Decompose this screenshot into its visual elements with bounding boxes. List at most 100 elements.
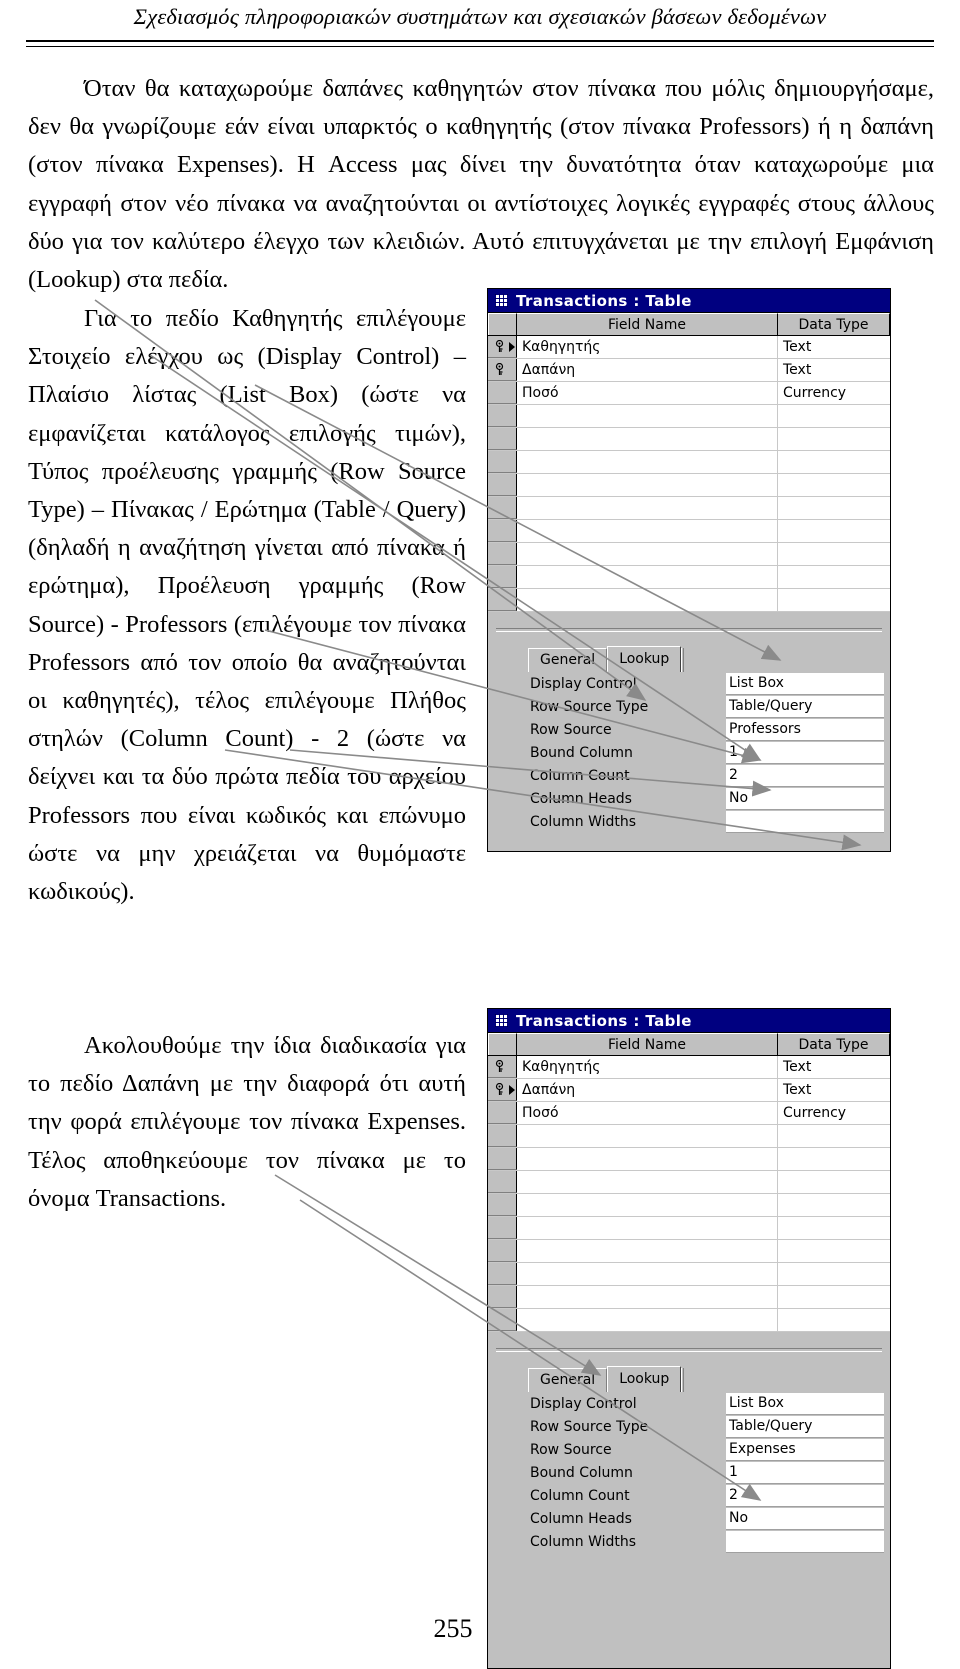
table-row-empty[interactable] [488,1148,890,1171]
field-properties-pane-2[interactable]: General Lookup Display Control List Box Row… [488,1332,890,1562]
row-selector[interactable] [488,1102,517,1124]
cell-field-name[interactable] [517,1286,778,1308]
table-row-empty[interactable] [488,589,890,612]
property-value-column-heads[interactable]: No [726,787,884,810]
table-row-empty[interactable] [488,497,890,520]
cell-field-name[interactable] [517,543,778,565]
cell-field-name[interactable]: Καθηγητής [517,336,778,358]
row-selector[interactable] [488,520,517,542]
cell-field-name[interactable] [517,1240,778,1262]
tab-lookup[interactable]: Lookup [607,646,682,672]
access-table-window-1[interactable]: Transactions : Table Field Name Data Type… [487,288,891,852]
column-header-data-type[interactable]: Data Type [778,313,890,335]
cell-field-name[interactable] [517,428,778,450]
property-value-display-control[interactable]: List Box [726,1392,884,1415]
cell-data-type[interactable]: Text [778,1056,890,1078]
row-selector[interactable] [488,589,517,611]
cell-data-type[interactable] [778,451,890,473]
column-header-field-name[interactable]: Field Name [517,313,778,335]
property-value-column-widths[interactable] [726,810,884,833]
property-value-row-source[interactable]: Professors [726,718,884,741]
lookup-properties-list-1[interactable]: Display Control List Box Row Source Type Ta… [528,672,884,833]
cell-data-type[interactable] [778,1194,890,1216]
row-selector[interactable] [488,1309,517,1331]
cell-data-type[interactable] [778,1309,890,1331]
cell-field-name[interactable] [517,1148,778,1170]
table-row-empty[interactable] [488,1286,890,1309]
field-grid-2[interactable]: Field Name Data Type Καθηγητής Text Δαπάνη Te… [488,1033,890,1332]
row-selector[interactable] [488,359,517,381]
property-value-column-widths[interactable] [726,1530,884,1553]
table-row-empty[interactable] [488,1125,890,1148]
cell-field-name[interactable] [517,1309,778,1331]
cell-field-name[interactable] [517,1263,778,1285]
cell-field-name[interactable] [517,520,778,542]
cell-data-type[interactable] [778,1148,890,1170]
table-row[interactable]: Δαπάνη Text [488,359,890,382]
cell-data-type[interactable] [778,1286,890,1308]
access-table-window-2[interactable]: Transactions : Table Field Name Data Type… [487,1008,891,1669]
cell-field-name[interactable] [517,497,778,519]
cell-data-type[interactable] [778,1240,890,1262]
property-value-bound-column[interactable]: 1 [726,741,884,764]
row-selector[interactable] [488,1217,517,1239]
cell-data-type[interactable]: Text [778,336,890,358]
cell-data-type[interactable]: Text [778,1079,890,1101]
row-selector[interactable] [488,428,517,450]
row-selector[interactable] [488,405,517,427]
row-selector[interactable] [488,1171,517,1193]
tab-lookup[interactable]: Lookup [607,1366,682,1392]
cell-data-type[interactable] [778,543,890,565]
cell-field-name[interactable] [517,566,778,588]
row-selector[interactable] [488,474,517,496]
row-selector[interactable] [488,1263,517,1285]
cell-field-name[interactable]: Καθηγητής [517,1056,778,1078]
row-selector[interactable] [488,1194,517,1216]
cell-data-type[interactable] [778,520,890,542]
row-selector[interactable] [488,336,517,358]
property-value-row-source[interactable]: Expenses [726,1438,884,1461]
table-row-empty[interactable] [488,520,890,543]
table-row-empty[interactable] [488,543,890,566]
properties-tabs-1[interactable]: General Lookup [528,646,685,672]
properties-tabs-2[interactable]: General Lookup [528,1366,685,1392]
table-row-empty[interactable] [488,474,890,497]
row-selector[interactable] [488,451,517,473]
cell-field-name[interactable] [517,1217,778,1239]
property-value-column-count[interactable]: 2 [726,1484,884,1507]
row-selector[interactable] [488,1286,517,1308]
row-selector[interactable] [488,1148,517,1170]
row-selector[interactable] [488,1056,517,1078]
table-row-empty[interactable] [488,451,890,474]
cell-data-type[interactable] [778,1217,890,1239]
field-properties-pane-1[interactable]: General Lookup Display Control List Box Row… [488,612,890,833]
cell-data-type[interactable] [778,589,890,611]
row-selector[interactable] [488,382,517,404]
property-value-column-count[interactable]: 2 [726,764,884,787]
cell-field-name[interactable]: Δαπάνη [517,359,778,381]
cell-data-type[interactable]: Text [778,359,890,381]
table-row-empty[interactable] [488,1217,890,1240]
cell-data-type[interactable]: Currency [778,382,890,404]
property-value-row-source-type[interactable]: Table/Query [726,1415,884,1438]
cell-data-type[interactable] [778,474,890,496]
tab-general[interactable]: General [528,1368,608,1392]
row-selector[interactable] [488,1125,517,1147]
property-value-bound-column[interactable]: 1 [726,1461,884,1484]
cell-field-name[interactable]: Ποσό [517,382,778,404]
table-row[interactable]: Ποσό Currency [488,382,890,405]
table-row-empty[interactable] [488,1194,890,1217]
table-row-empty[interactable] [488,405,890,428]
cell-field-name[interactable]: Ποσό [517,1102,778,1124]
cell-field-name[interactable] [517,1171,778,1193]
cell-field-name[interactable] [517,1194,778,1216]
cell-field-name[interactable] [517,1125,778,1147]
window-titlebar-1[interactable]: Transactions : Table [488,289,890,313]
property-value-display-control[interactable]: List Box [726,672,884,695]
cell-data-type[interactable] [778,566,890,588]
cell-field-name[interactable] [517,474,778,496]
lookup-properties-list-2[interactable]: Display Control List Box Row Source Type Ta… [528,1392,884,1553]
cell-field-name[interactable] [517,451,778,473]
row-selector[interactable] [488,1240,517,1262]
row-selector[interactable] [488,543,517,565]
